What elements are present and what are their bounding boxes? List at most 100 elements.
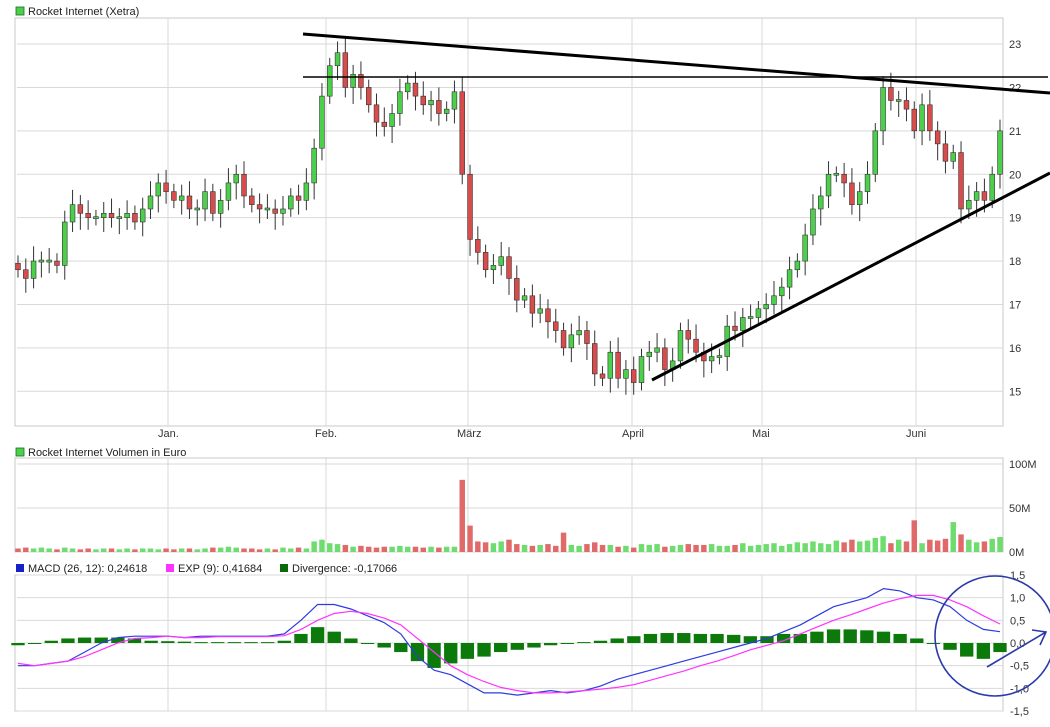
candle-body: [521, 295, 528, 301]
volume-bar: [155, 549, 162, 552]
candle-body: [989, 173, 995, 201]
divergence-bar: [494, 643, 508, 653]
divergence-bar: [327, 631, 341, 643]
candle-body: [498, 256, 504, 266]
macd-legend-label: MACD (26, 12): 0,24618: [28, 563, 147, 575]
candle-body: [327, 65, 333, 97]
x-tick-mai: Mai: [752, 428, 770, 440]
candle-body: [553, 321, 559, 331]
candle-body: [178, 195, 185, 201]
candle-body: [895, 99, 902, 102]
divergence-bar: [410, 643, 425, 662]
candle-body: [311, 147, 317, 184]
candle-body: [607, 351, 614, 379]
divergence-bar: [527, 643, 541, 648]
divergence-bar: [144, 640, 158, 643]
volume-bar: [794, 542, 801, 552]
volume-bar: [623, 545, 629, 552]
divergence-bar: [244, 642, 258, 644]
volume-bar: [880, 536, 886, 552]
divergence-bar: [44, 640, 58, 643]
divergence-legend-swatch: [280, 564, 288, 572]
divergence-bar: [926, 643, 941, 644]
volume-bar: [934, 540, 941, 552]
volume-y-tick-1: 50M: [1009, 503, 1030, 515]
divergence-bar: [876, 631, 891, 643]
volume-bar: [459, 479, 465, 552]
price-y-tick-0: 15: [1009, 386, 1021, 398]
candle-body: [288, 195, 294, 210]
divergence-bar: [860, 630, 874, 643]
divergence-bar: [227, 642, 242, 644]
volume-bar: [607, 544, 614, 552]
divergence-bar: [976, 643, 991, 659]
candle-body: [46, 259, 52, 263]
x-tick-juni: Juni: [906, 428, 926, 440]
macd-y-tick-2: 0,5: [1010, 615, 1025, 627]
volume-bar: [311, 541, 317, 552]
volume-bar: [428, 546, 434, 552]
price-panel-frame: [14, 17, 1004, 427]
candle-body: [997, 130, 1003, 175]
volume-bar: [295, 547, 302, 552]
candle-body: [210, 191, 216, 214]
volume-bar: [108, 548, 115, 552]
volume-bar: [467, 525, 473, 552]
candle: [459, 77, 465, 185]
candle-body: [365, 87, 372, 106]
candle-body: [93, 216, 99, 219]
volume-bar: [568, 544, 575, 552]
volume-bar: [966, 539, 972, 552]
volume-bar: [186, 548, 193, 552]
candle-body: [872, 130, 879, 175]
volume-bar: [662, 546, 668, 552]
candle-body: [849, 182, 855, 205]
volume-bar: [786, 544, 793, 552]
candle-body: [233, 173, 239, 184]
price-y-tick-8: 23: [1009, 39, 1021, 51]
candle-body: [264, 207, 271, 211]
divergence-bar: [294, 633, 308, 643]
candle-body: [389, 113, 395, 127]
volume-bar: [599, 544, 606, 552]
divergence-bar: [477, 643, 491, 657]
candle-body: [202, 191, 208, 210]
divergence-bar: [610, 638, 624, 643]
candle-body: [545, 308, 551, 323]
candle-body: [599, 373, 606, 379]
volume-bar: [716, 545, 723, 552]
divergence-bar: [177, 641, 192, 643]
volume-bar: [849, 539, 855, 552]
candle-body: [786, 269, 793, 288]
exp-legend-swatch: [166, 564, 174, 572]
volume-bar: [576, 545, 582, 552]
candle-body: [101, 213, 107, 218]
candle-body: [708, 356, 715, 362]
volume-bar: [436, 547, 442, 552]
volume-bar: [747, 545, 754, 552]
divergence-bar: [211, 642, 225, 644]
volume-bar: [638, 544, 645, 552]
volume-bar: [592, 542, 598, 552]
candle-body: [420, 95, 426, 106]
volume-bar: [482, 542, 489, 552]
candle-body: [833, 172, 840, 176]
volume-bar: [685, 544, 691, 552]
volume-bar: [178, 548, 185, 552]
volume-bar: [973, 542, 980, 552]
volume-bar: [303, 548, 310, 552]
volume-bar: [864, 540, 871, 552]
volume-legend-swatch: [15, 447, 25, 457]
volume-bar: [630, 547, 637, 552]
candle-body: [537, 308, 543, 314]
x-tick-april: April: [622, 428, 644, 440]
exp-legend-label: EXP (9): 0,41684: [178, 563, 262, 575]
candle-body: [771, 295, 777, 305]
volume-bar: [241, 548, 247, 552]
volume-bar: [217, 547, 224, 552]
x-tick-feb: Feb.: [315, 428, 337, 440]
candle-body: [810, 208, 816, 236]
volume-bar: [872, 537, 879, 552]
candle-body: [280, 208, 286, 214]
volume-bar: [810, 541, 816, 552]
